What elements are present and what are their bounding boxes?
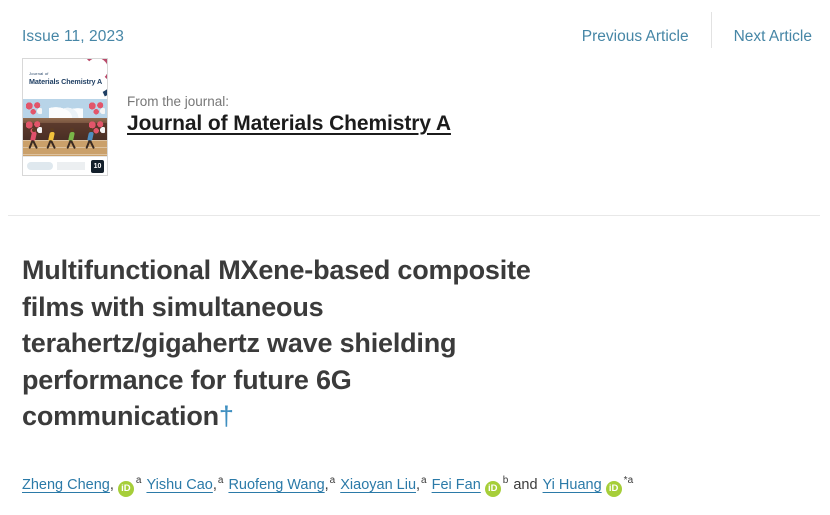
article-navigation: Previous Article Next Article	[582, 12, 812, 48]
next-article-link[interactable]: Next Article	[734, 28, 812, 46]
author-separator: ,	[416, 476, 421, 493]
author-conjunction: and	[513, 476, 538, 493]
orcid-icon[interactable]: iD	[117, 480, 134, 497]
nav-divider	[710, 12, 712, 48]
molecule-icon	[26, 102, 42, 115]
author-link[interactable]: Yishu Cao	[146, 477, 212, 493]
affiliation-marker: a	[421, 475, 427, 486]
author-link[interactable]: Zheng Cheng	[22, 477, 110, 493]
affiliation-marker: a	[329, 475, 336, 486]
runner-icon	[85, 128, 96, 150]
cover-title-line2: Materials Chemistry A	[29, 77, 103, 86]
journal-cover-thumbnail[interactable]: Journal of Materials Chemistry A 10	[22, 58, 108, 176]
affiliation-marker: a	[135, 475, 142, 486]
journal-cover-artwork: Journal of Materials Chemistry A 10	[23, 59, 107, 175]
journal-info: From the journal: Journal of Materials C…	[127, 94, 451, 136]
affiliation-marker: b	[502, 475, 509, 486]
cover-header: Journal of Materials Chemistry A	[23, 59, 107, 99]
cover-title-line1: Journal of	[29, 71, 49, 76]
author-separator: ,	[109, 476, 114, 493]
publisher-text-icon	[57, 162, 85, 170]
author-link[interactable]: Xiaoyan Liu	[340, 477, 416, 493]
orcid-icon[interactable]: iD	[605, 480, 622, 497]
author-separator: ,	[212, 476, 217, 493]
runner-icon	[46, 128, 57, 150]
molecule-icon	[89, 102, 105, 115]
cover-illustration	[23, 99, 107, 159]
from-the-journal-label: From the journal:	[127, 94, 230, 109]
previous-article-link[interactable]: Previous Article	[582, 28, 689, 46]
opera-house-icon	[49, 100, 83, 118]
orcid-icon[interactable]: iD	[484, 480, 501, 497]
affiliation-marker: a	[217, 475, 224, 486]
affiliation-marker: *a	[623, 475, 634, 486]
rsc-logo-icon	[27, 162, 53, 170]
journal-name-link[interactable]: Journal of Materials Chemistry A	[127, 112, 451, 135]
cover-footer: 10	[23, 156, 107, 175]
journal-block: Journal of Materials Chemistry A 10 From…	[0, 58, 830, 188]
runner-icon	[66, 128, 77, 150]
author-link[interactable]: Fei Fan	[432, 477, 481, 493]
top-bar: Issue 11, 2023 Previous Article Next Art…	[0, 0, 830, 62]
runner-icon	[28, 128, 39, 150]
cover-issue-badge: 10	[91, 160, 104, 173]
footnote-dagger: †	[218, 401, 234, 431]
author-link[interactable]: Yi Huang	[543, 477, 602, 493]
track-line	[23, 154, 107, 155]
author-link[interactable]: Ruofeng Wang	[228, 477, 324, 493]
author-separator: ,	[324, 476, 329, 493]
section-divider	[8, 215, 820, 216]
author-list: Zheng Cheng, iDa Yishu Cao,a Ruofeng Wang,a…	[22, 470, 822, 497]
page-title: Multifunctional MXene-based composite fi…	[22, 252, 562, 435]
issue-link[interactable]: Issue 11, 2023	[22, 28, 124, 46]
article-title-text: Multifunctional MXene-based composite fi…	[22, 255, 531, 431]
